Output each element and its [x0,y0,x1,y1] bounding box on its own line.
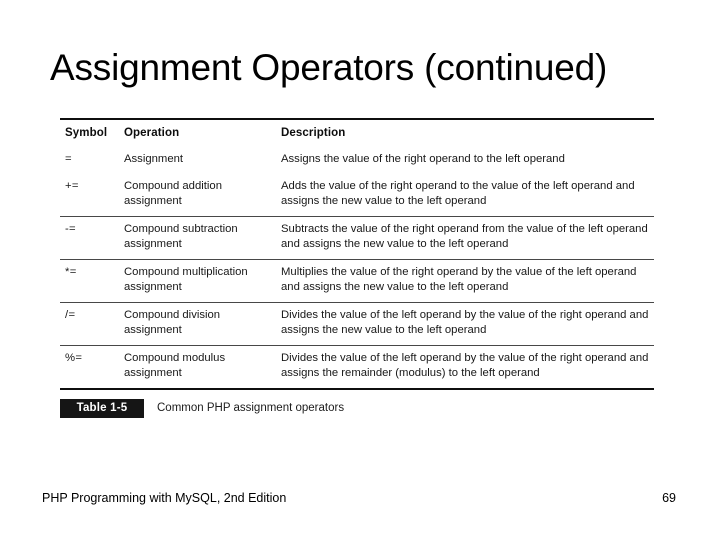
cell-operation: Compound multiplication assignment [124,259,281,303]
table-row: += Compound addition assignment Adds the… [60,173,654,217]
cell-symbol: = [65,153,72,165]
page-title: Assignment Operators (continued) [50,47,608,88]
cell-symbol: -= [60,216,124,260]
cell-description: Divides the value of the left operand by… [281,345,654,390]
cell-description: Divides the value of the left operand by… [281,302,654,346]
cell-operation: Compound addition assignment [124,173,281,217]
table-body: = Assignment Assigns the value of the ri… [60,147,654,390]
cell-symbol: /= [60,302,124,346]
cell-description: Multiplies the value of the right operan… [281,259,654,303]
column-header-description: Description [281,118,654,147]
table-row: *= Compound multiplication assignment Mu… [60,259,654,303]
table-row: -= Compound subtraction assignment Subtr… [60,216,654,260]
table-row: /= Compound division assignment Divides … [60,302,654,346]
cell-operation: Compound modulus assignment [124,345,281,390]
table-figure: Symbol Operation Description = Assignmen… [60,118,654,390]
column-header-operation: Operation [124,118,281,147]
table-header-row: Symbol Operation Description [60,118,654,147]
cell-operation: Assignment [124,153,184,165]
column-header-symbol: Symbol [60,118,124,147]
table-row: = Assignment Assigns the value of the ri… [60,147,654,174]
cell-operation: Compound division assignment [124,302,281,346]
cell-description: Subtracts the value of the right operand… [281,216,654,260]
table-row: %= Compound modulus assignment Divides t… [60,345,654,390]
footer-page-number: 69 [662,491,676,505]
cell-description: Adds the value of the right operand to t… [281,173,654,217]
table-caption-text: Common PHP assignment operators [157,402,345,414]
cell-symbol: += [60,173,124,217]
cell-description: Assigns the value of the right operand t… [281,153,565,165]
assignment-operators-table: Symbol Operation Description = Assignmen… [60,118,654,390]
cell-operation: Compound subtraction assignment [124,216,281,260]
slide: Assignment Operators (continued) Symbol … [0,0,720,540]
footer-book-title: PHP Programming with MySQL, 2nd Edition [42,491,287,505]
table-caption: Table 1-5 Common PHP assignment operator… [60,399,654,419]
cell-symbol: %= [60,345,124,390]
table-number-badge: Table 1-5 [60,399,144,418]
cell-symbol: *= [60,259,124,303]
